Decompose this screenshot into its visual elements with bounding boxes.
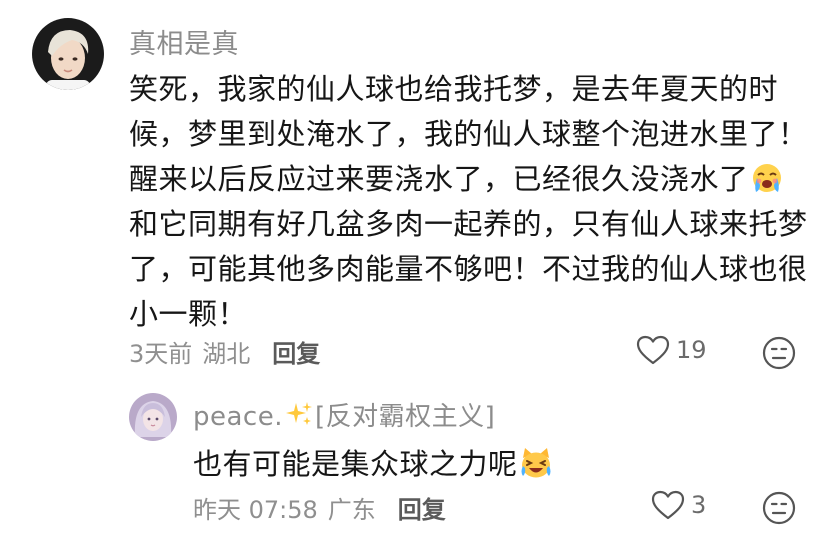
dislike-face-icon [762,491,796,525]
reply-meta: 昨天 07:58 广东 回复 [193,490,446,525]
like-count: 19 [676,336,707,364]
comment-text-part1: 笑死，我家的仙人球也给我托梦，是去年夏天的时候，梦里到处淹水了，我的仙人球整个泡… [129,72,808,196]
sparkles-icon [286,402,312,425]
reply-time: 昨天 07:58 [193,496,318,524]
reply-text-body: 也有可能是集众球之力呢 [193,447,518,481]
comment-location: 湖北 [202,340,251,368]
comment-time: 3天前 [129,340,193,368]
comment-meta: 3天前 湖北 回复 [129,334,320,369]
heart-icon [636,335,670,365]
reply-text: 也有可能是集众球之力呢 [193,442,793,487]
reply-like-button[interactable]: 3 [651,490,706,520]
laughing-cat-icon [521,448,551,478]
reply-username-name: peace. [193,402,283,432]
avatar[interactable] [32,18,104,90]
reply-dislike-button[interactable] [762,491,796,525]
dislike-face-icon [762,336,796,370]
comment-text-part2: 和它同期有好几盆多肉一起养的，只有仙人球来托梦了，可能其他多肉能量不够吧！不过我… [129,207,808,331]
dislike-button[interactable] [762,336,796,370]
comment-username[interactable]: 真相是真 [129,22,239,61]
reply-username[interactable]: peace. [反对霸权主义] [193,396,495,433]
reply-username-tag: [反对霸权主义] [315,402,496,432]
reply-avatar[interactable] [129,393,177,441]
reply-like-count: 3 [691,491,707,519]
reply-reply-button[interactable]: 回复 [398,490,446,525]
reply-button[interactable]: 回复 [272,334,320,369]
comment-text: 笑死，我家的仙人球也给我托梦，是去年夏天的时候，梦里到处淹水了，我的仙人球整个泡… [129,67,809,337]
like-button[interactable]: 19 [636,335,707,365]
reply-location: 广东 [327,496,376,524]
heart-icon [651,490,685,520]
crying-face-icon [752,164,781,192]
